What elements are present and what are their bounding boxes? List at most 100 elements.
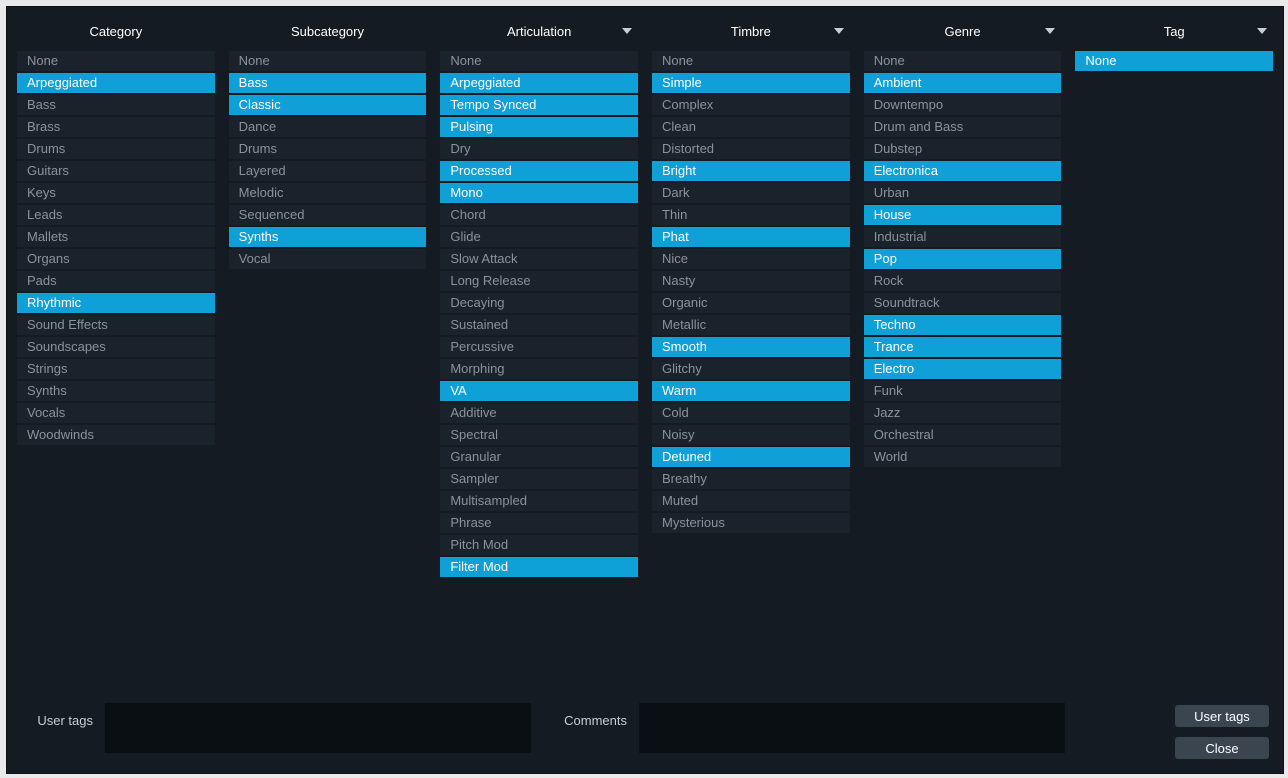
list-item[interactable]: Layered — [229, 161, 427, 181]
list-item[interactable]: Sequenced — [229, 205, 427, 225]
list-item[interactable]: Additive — [440, 403, 638, 423]
list-item[interactable]: Orchestral — [864, 425, 1062, 445]
list-item[interactable]: Clean — [652, 117, 850, 137]
list-item[interactable]: Synths — [229, 227, 427, 247]
list-item[interactable]: Phat — [652, 227, 850, 247]
list-item[interactable]: World — [864, 447, 1062, 467]
column-header[interactable]: Articulation — [440, 17, 638, 45]
list-item[interactable]: Techno — [864, 315, 1062, 335]
column-header[interactable]: Tag — [1075, 17, 1273, 45]
list-item[interactable]: Cold — [652, 403, 850, 423]
list-item[interactable]: Decaying — [440, 293, 638, 313]
list-item[interactable]: Drums — [229, 139, 427, 159]
list-item[interactable]: Arpeggiated — [440, 73, 638, 93]
list-item[interactable]: Percussive — [440, 337, 638, 357]
list-item[interactable]: None — [652, 51, 850, 71]
list-item[interactable]: Thin — [652, 205, 850, 225]
list-item[interactable]: Sustained — [440, 315, 638, 335]
list-item[interactable]: Breathy — [652, 469, 850, 489]
list-item[interactable]: Morphing — [440, 359, 638, 379]
list-item[interactable]: Drum and Bass — [864, 117, 1062, 137]
list-item[interactable]: Complex — [652, 95, 850, 115]
list-item[interactable]: Bass — [229, 73, 427, 93]
list-item[interactable]: Detuned — [652, 447, 850, 467]
list-item[interactable]: Melodic — [229, 183, 427, 203]
list-item[interactable]: Electro — [864, 359, 1062, 379]
list-item[interactable]: Pads — [17, 271, 215, 291]
list-item[interactable]: Dry — [440, 139, 638, 159]
list-item[interactable]: Organic — [652, 293, 850, 313]
list-item[interactable]: None — [1075, 51, 1273, 71]
list-item[interactable]: Ambient — [864, 73, 1062, 93]
list-item[interactable]: Downtempo — [864, 95, 1062, 115]
list-item[interactable]: Pulsing — [440, 117, 638, 137]
list-item[interactable]: Processed — [440, 161, 638, 181]
list-item[interactable]: Leads — [17, 205, 215, 225]
comments-input[interactable] — [639, 703, 1065, 753]
list-item[interactable]: Guitars — [17, 161, 215, 181]
list-item[interactable]: Distorted — [652, 139, 850, 159]
list-item[interactable]: None — [229, 51, 427, 71]
list-item[interactable]: Dark — [652, 183, 850, 203]
list-item[interactable]: Smooth — [652, 337, 850, 357]
list-item[interactable]: Nice — [652, 249, 850, 269]
list-item[interactable]: Arpeggiated — [17, 73, 215, 93]
list-item[interactable]: None — [440, 51, 638, 71]
list-item[interactable]: Noisy — [652, 425, 850, 445]
list-item[interactable]: Industrial — [864, 227, 1062, 247]
list-item[interactable]: Phrase — [440, 513, 638, 533]
list-item[interactable]: Sound Effects — [17, 315, 215, 335]
list-item[interactable]: Soundtrack — [864, 293, 1062, 313]
list-item[interactable]: VA — [440, 381, 638, 401]
list-item[interactable]: Dubstep — [864, 139, 1062, 159]
list-item[interactable]: Multisampled — [440, 491, 638, 511]
list-item[interactable]: Mono — [440, 183, 638, 203]
list-item[interactable]: Urban — [864, 183, 1062, 203]
list-item[interactable]: House — [864, 205, 1062, 225]
column-header[interactable]: Timbre — [652, 17, 850, 45]
list-item[interactable]: Classic — [229, 95, 427, 115]
list-item[interactable]: Rock — [864, 271, 1062, 291]
column-header[interactable]: Genre — [864, 17, 1062, 45]
list-item[interactable]: Vocals — [17, 403, 215, 423]
list-item[interactable]: Nasty — [652, 271, 850, 291]
list-item[interactable]: Jazz — [864, 403, 1062, 423]
list-item[interactable]: None — [864, 51, 1062, 71]
list-item[interactable]: Simple — [652, 73, 850, 93]
list-item[interactable]: Soundscapes — [17, 337, 215, 357]
list-item[interactable]: Tempo Synced — [440, 95, 638, 115]
list-item[interactable]: Sampler — [440, 469, 638, 489]
list-item[interactable]: Muted — [652, 491, 850, 511]
list-item[interactable]: Mallets — [17, 227, 215, 247]
list-item[interactable]: Vocal — [229, 249, 427, 269]
list-item[interactable]: Slow Attack — [440, 249, 638, 269]
list-item[interactable]: Dance — [229, 117, 427, 137]
list-item[interactable]: Glitchy — [652, 359, 850, 379]
user-tags-button[interactable]: User tags — [1175, 705, 1269, 727]
list-item[interactable]: Strings — [17, 359, 215, 379]
list-item[interactable]: Long Release — [440, 271, 638, 291]
list-item[interactable]: Spectral — [440, 425, 638, 445]
list-item[interactable]: Metallic — [652, 315, 850, 335]
list-item[interactable]: None — [17, 51, 215, 71]
list-item[interactable]: Bright — [652, 161, 850, 181]
close-button[interactable]: Close — [1175, 737, 1269, 759]
list-item[interactable]: Warm — [652, 381, 850, 401]
list-item[interactable]: Trance — [864, 337, 1062, 357]
list-item[interactable]: Keys — [17, 183, 215, 203]
list-item[interactable]: Electronica — [864, 161, 1062, 181]
list-item[interactable]: Organs — [17, 249, 215, 269]
list-item[interactable]: Glide — [440, 227, 638, 247]
list-item[interactable]: Granular — [440, 447, 638, 467]
list-item[interactable]: Woodwinds — [17, 425, 215, 445]
list-item[interactable]: Drums — [17, 139, 215, 159]
list-item[interactable]: Mysterious — [652, 513, 850, 533]
list-item[interactable]: Rhythmic — [17, 293, 215, 313]
list-item[interactable]: Funk — [864, 381, 1062, 401]
user-tags-input[interactable] — [105, 703, 531, 753]
list-item[interactable]: Synths — [17, 381, 215, 401]
list-item[interactable]: Bass — [17, 95, 215, 115]
list-item[interactable]: Pop — [864, 249, 1062, 269]
list-item[interactable]: Brass — [17, 117, 215, 137]
list-item[interactable]: Filter Mod — [440, 557, 638, 577]
